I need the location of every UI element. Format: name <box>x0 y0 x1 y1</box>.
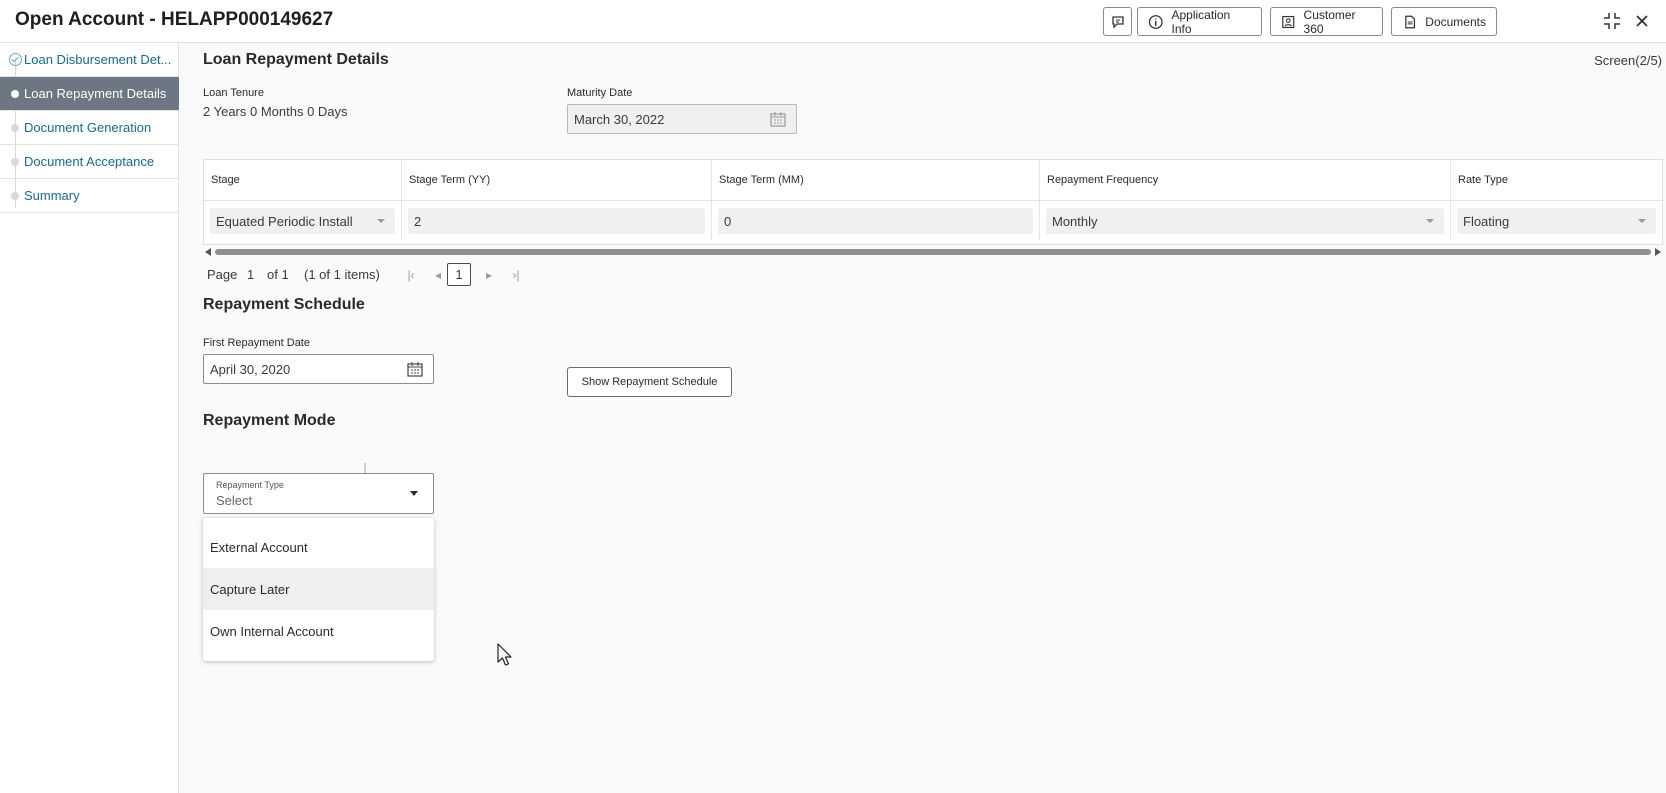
table-cell: 2 <box>402 200 712 240</box>
first-repayment-date-label: First Repayment Date <box>203 337 310 349</box>
repayment-mode-title: Repayment Mode <box>203 412 336 429</box>
chevron-down-icon <box>1426 219 1434 223</box>
table-header: Stage <box>204 160 402 200</box>
items-count-label: (1 of 1 items) <box>304 267 380 282</box>
customer-360-button[interactable]: Customer 360 <box>1270 7 1383 36</box>
first-repayment-date-field[interactable]: April 30, 2020 <box>203 354 434 384</box>
step-dot-icon <box>11 90 19 98</box>
repayment-type-dropdown: External Account Capture Later Own Inter… <box>203 518 434 661</box>
nav-label: Document Acceptance <box>24 154 155 169</box>
nav-summary[interactable]: Summary <box>0 179 179 213</box>
customer-360-label: Customer 360 <box>1303 7 1356 36</box>
table-cell: Floating <box>1451 200 1662 240</box>
step-navigation: Loan Disbursement Det... Loan Repayment … <box>0 43 179 793</box>
stage-term-yy-input[interactable]: 2 <box>408 208 705 234</box>
option-own-internal-account[interactable]: Own Internal Account <box>203 610 434 652</box>
loan-tenure-label: Loan Tenure <box>203 87 264 99</box>
chevron-down-icon <box>410 491 418 496</box>
document-icon <box>1405 15 1416 28</box>
last-page-icon[interactable]: ›| <box>509 268 523 282</box>
nav-loan-repayment-details[interactable]: Loan Repayment Details <box>0 77 179 111</box>
rate-type-select[interactable]: Floating <box>1457 208 1656 234</box>
table-horizontal-scrollbar[interactable] <box>203 247 1663 257</box>
documents-label: Documents <box>1425 14 1486 29</box>
chat-icon <box>1111 15 1124 29</box>
stage-term-yy-value: 2 <box>414 213 422 229</box>
table-cell: 0 <box>712 200 1040 240</box>
step-dot-icon <box>11 158 19 166</box>
chevron-down-icon <box>1638 219 1646 223</box>
first-page-icon[interactable]: |‹ <box>404 268 418 282</box>
close-button[interactable] <box>1630 8 1654 34</box>
screen-indicator: Screen(2/5) <box>1594 53 1662 68</box>
app-header: Open Account - HELAPP000149627 Applicati… <box>0 0 1666 43</box>
nav-label: Loan Repayment Details <box>24 86 167 101</box>
collapse-button[interactable] <box>1600 8 1624 34</box>
first-repayment-date-value: April 30, 2020 <box>210 361 291 377</box>
chevron-down-icon <box>377 219 385 223</box>
section-title: Loan Repayment Details <box>203 51 389 68</box>
repayment-schedule-title: Repayment Schedule <box>203 296 365 313</box>
scroll-right-icon[interactable] <box>1655 248 1661 256</box>
stage-value: Equated Periodic Install <box>216 213 353 229</box>
step-dot-icon <box>11 124 19 132</box>
page-title: Open Account - HELAPP000149627 <box>15 9 334 30</box>
scroll-left-icon[interactable] <box>205 248 211 256</box>
option-capture-later[interactable]: Capture Later <box>203 568 434 610</box>
stage-term-mm-input[interactable]: 0 <box>718 208 1033 234</box>
nav-document-generation[interactable]: Document Generation <box>0 111 179 145</box>
application-info-button[interactable]: Application Info <box>1137 7 1262 36</box>
table-cell: Equated Periodic Install <box>204 200 402 240</box>
customer-icon <box>1282 15 1295 28</box>
table-header: Stage Term (YY) <box>402 160 712 200</box>
mouse-pointer-icon <box>497 643 512 666</box>
repayment-stage-table: Stage Stage Term (YY) Stage Term (MM) Re… <box>203 159 1663 245</box>
page-of-label: of 1 <box>267 267 289 282</box>
main-content: Loan Repayment Details Screen(2/5) Loan … <box>180 43 1666 793</box>
info-icon <box>1148 14 1163 29</box>
repayment-frequency-value: Monthly <box>1052 213 1098 229</box>
table-header: Rate Type <box>1458 174 1508 186</box>
calendar-icon <box>770 112 786 127</box>
chat-button[interactable] <box>1103 7 1132 36</box>
completed-check-icon <box>9 53 22 66</box>
collapse-icon <box>1604 13 1620 29</box>
option-external-account[interactable]: External Account <box>203 526 434 568</box>
step-dot-icon <box>11 192 19 200</box>
nav-label: Document Generation <box>24 120 152 135</box>
next-page-icon[interactable]: ▸ <box>482 268 496 282</box>
table-header: Repayment Frequency <box>1040 160 1451 200</box>
documents-button[interactable]: Documents <box>1391 7 1497 36</box>
page-number-input[interactable]: 1 <box>247 267 254 282</box>
table-header: Stage Term (MM) <box>712 160 1040 200</box>
repayment-type-label: Repayment Type <box>216 480 284 490</box>
previous-page-icon[interactable]: ◂ <box>431 268 445 282</box>
repayment-type-value: Select <box>216 493 253 508</box>
maturity-date-label: Maturity Date <box>567 87 633 99</box>
current-page-button[interactable]: 1 <box>447 263 471 286</box>
show-repayment-schedule-button[interactable]: Show Repayment Schedule <box>567 367 732 397</box>
repayment-type-select[interactable]: Repayment Type Select <box>203 473 434 514</box>
nav-document-acceptance[interactable]: Document Acceptance <box>0 145 179 179</box>
nav-label: Loan Disbursement Det... <box>24 52 172 67</box>
maturity-date-value: March 30, 2022 <box>574 111 665 127</box>
nav-loan-disbursement[interactable]: Loan Disbursement Det... <box>0 43 179 77</box>
stage-term-mm-value: 0 <box>724 213 732 229</box>
rate-type-value: Floating <box>1463 213 1510 229</box>
maturity-date-field: March 30, 2022 <box>567 104 797 134</box>
page-label: Page <box>207 267 238 282</box>
calendar-icon[interactable] <box>407 362 423 377</box>
application-info-label: Application Info <box>1171 7 1231 36</box>
loan-tenure-value: 2 Years 0 Months 0 Days <box>203 104 348 119</box>
stage-select[interactable]: Equated Periodic Install <box>210 208 395 234</box>
repayment-frequency-select[interactable]: Monthly <box>1046 208 1444 234</box>
close-icon <box>1636 15 1648 27</box>
nav-label: Summary <box>24 188 80 203</box>
scrollbar-thumb[interactable] <box>215 249 1651 255</box>
table-cell: Monthly <box>1040 200 1451 240</box>
